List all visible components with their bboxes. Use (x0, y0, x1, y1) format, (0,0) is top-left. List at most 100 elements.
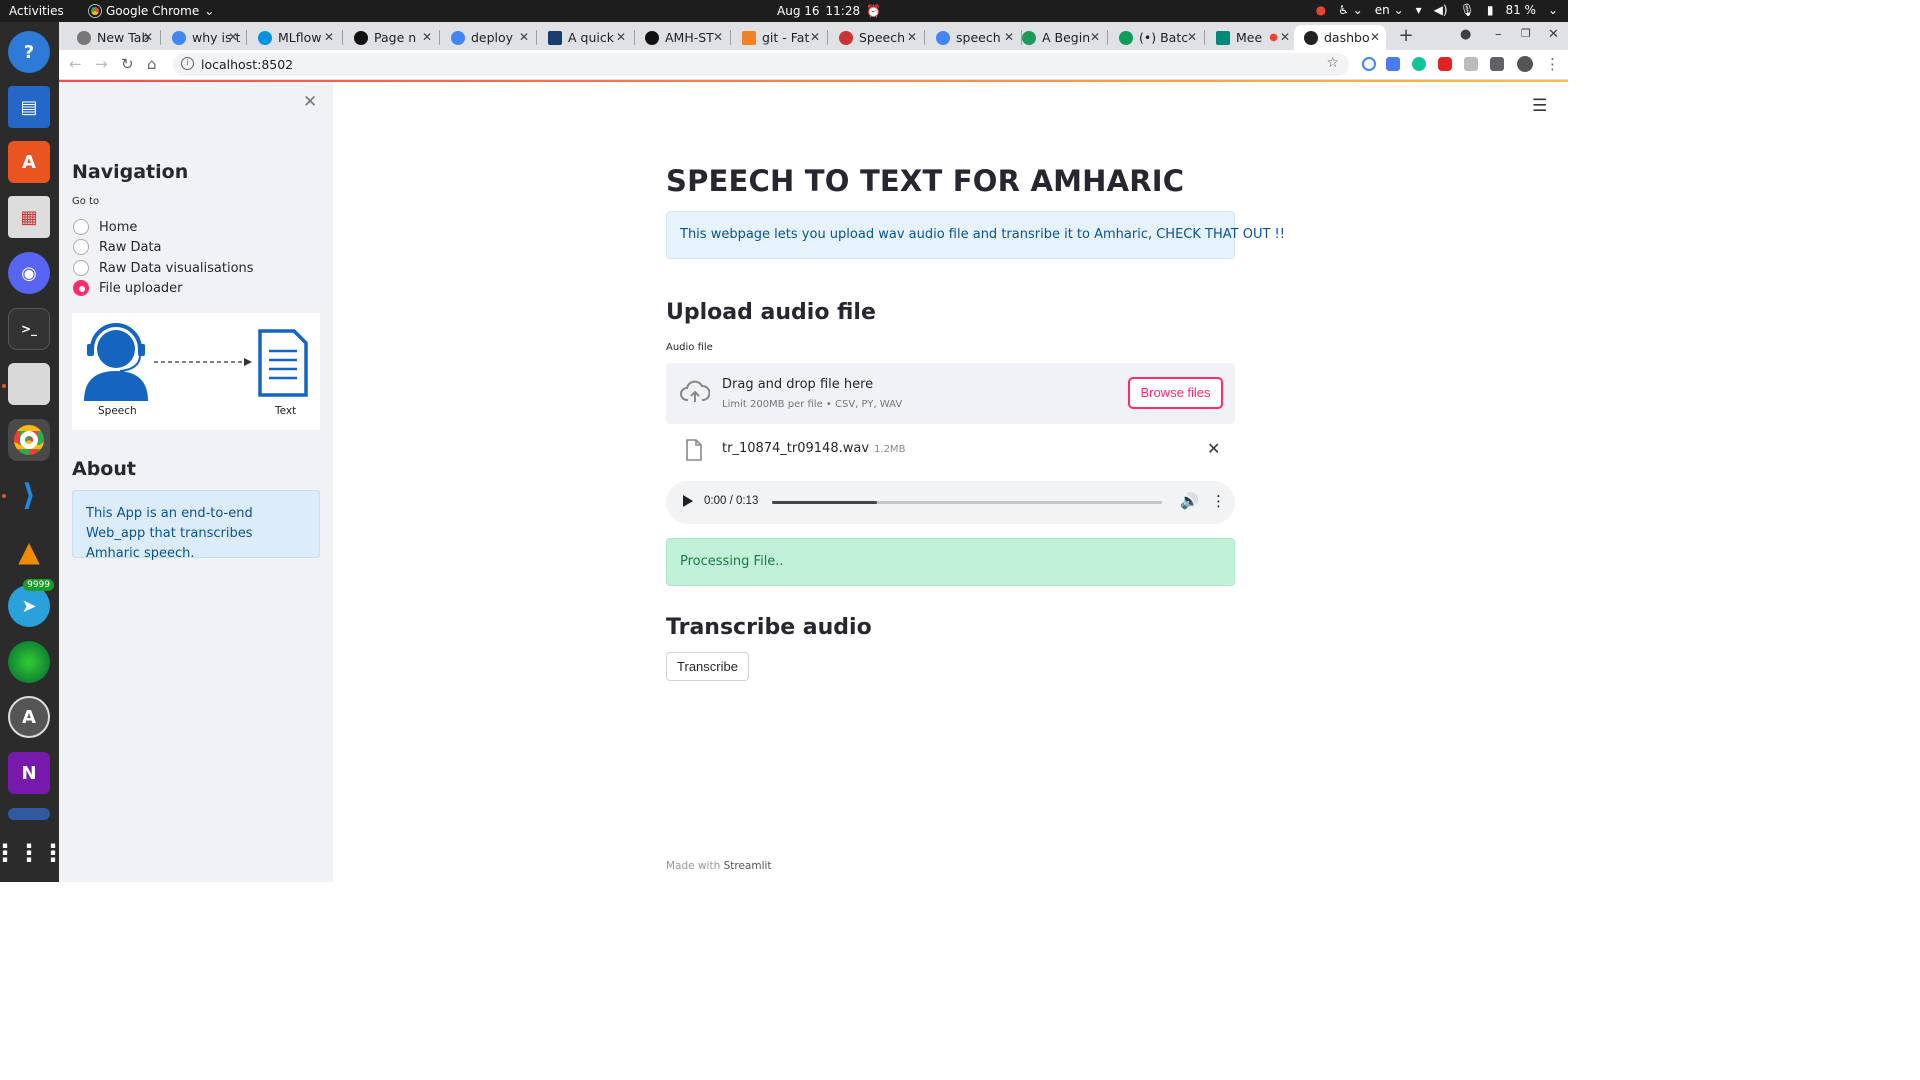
tab-item[interactable]: Mee ● ✕ (1206, 25, 1296, 50)
help-icon[interactable]: ? (8, 31, 50, 73)
info-alert: This webpage lets you upload wav audio f… (666, 211, 1285, 259)
radio-circle[interactable] (73, 219, 89, 235)
clock[interactable]: Aug 16 11:28 ⏰ (777, 4, 881, 18)
close-icon[interactable]: ✕ (1280, 30, 1290, 44)
discord-icon[interactable]: ◉ (8, 252, 50, 294)
extension-icon[interactable] (1464, 57, 1478, 71)
tab-item[interactable]: git - Fat ✕ (732, 25, 826, 50)
tab-item[interactable]: Page n ✕ (344, 25, 438, 50)
extension-icon[interactable] (1438, 57, 1452, 71)
close-icon[interactable]: ✕ (228, 30, 238, 44)
tab-item[interactable]: A quick ✕ (538, 25, 632, 50)
system-tray[interactable]: ● ♿ ⌄ en ⌄ ▾ ◀) 🎙 ▮ 81 % ⌄ (1316, 3, 1558, 17)
home-icon[interactable]: ⌂ (147, 55, 157, 73)
minimize-icon[interactable]: – (1495, 27, 1502, 42)
tab-item[interactable]: deploy ✕ (441, 25, 535, 50)
play-icon[interactable] (683, 495, 693, 507)
close-icon[interactable]: ✕ (1370, 30, 1380, 44)
app-menu[interactable]: Google Chrome ⌄ (89, 4, 214, 18)
hamburger-menu-icon[interactable]: ☰ (1532, 96, 1547, 116)
close-icon[interactable]: ✕ (1090, 30, 1100, 44)
remove-file-icon[interactable]: ✕ (1207, 439, 1220, 458)
site-icon (1022, 30, 1036, 45)
files-icon[interactable] (8, 363, 50, 405)
translate-icon[interactable] (1386, 57, 1400, 71)
sidebar: ✕ Navigation Go to Home Raw Data Raw Dat… (59, 82, 333, 882)
close-icon[interactable]: ✕ (519, 30, 529, 44)
close-icon[interactable]: ✕ (810, 30, 820, 44)
forward-icon[interactable]: → (95, 55, 108, 73)
volume-icon[interactable]: 🔊 (1180, 492, 1199, 510)
tab-item[interactable]: Speech ✕ (829, 25, 923, 50)
tab-item[interactable]: New Tab ✕ (67, 25, 159, 50)
radio-raw-data-visualisations[interactable]: Raw Data visualisations (73, 260, 254, 276)
tab-item[interactable]: why is t ✕ (162, 25, 244, 50)
onenote-icon[interactable]: N (8, 752, 50, 794)
tab-item[interactable]: (•) Batc ✕ (1109, 25, 1203, 50)
grammarly-icon[interactable] (1412, 57, 1426, 71)
close-icon[interactable]: ✕ (303, 92, 317, 112)
vlc-icon[interactable]: ▲ (8, 530, 50, 572)
telegram-badge: 9999 (23, 579, 54, 591)
chrome-dock-icon[interactable] (8, 419, 50, 461)
vscode-icon[interactable]: ⟩ (8, 474, 50, 516)
browse-files-button[interactable]: Browse files (1128, 377, 1223, 409)
tab-item[interactable]: MLflow ✕ (248, 25, 340, 50)
maximize-icon[interactable]: ❐ (1521, 27, 1531, 40)
tab-item[interactable]: speech ✕ (926, 25, 1020, 50)
seek-bar[interactable] (772, 501, 1162, 504)
bookmark-star-icon[interactable]: ☆ (1326, 55, 1339, 71)
profile-avatar[interactable] (1517, 56, 1533, 72)
radio-home[interactable]: Home (73, 219, 137, 235)
tab-item[interactable]: A Begin ✕ (1012, 25, 1106, 50)
tab-item[interactable]: AMH-ST ✕ (635, 25, 729, 50)
back-icon[interactable]: ← (69, 55, 82, 73)
radio-circle[interactable] (73, 260, 89, 276)
record-icon: ● (1315, 3, 1327, 17)
software-center-icon[interactable]: A (8, 141, 50, 183)
partial-app-icon[interactable] (8, 808, 50, 820)
info-icon[interactable]: i (181, 57, 194, 70)
more-options-icon[interactable]: ⋮ (1211, 492, 1226, 510)
close-icon[interactable]: ✕ (1187, 30, 1197, 44)
chevron-down-icon: ⌄ (1547, 3, 1558, 17)
radio-circle-selected[interactable] (73, 280, 89, 296)
radio-circle[interactable] (73, 239, 89, 255)
streamlit-link[interactable]: Streamlit (724, 860, 772, 872)
terminal-icon[interactable]: >_ (8, 308, 50, 350)
address-bar[interactable]: i localhost:8502 ☆ (173, 53, 1349, 76)
close-icon[interactable]: ✕ (616, 30, 626, 44)
file-name: tr_10874_tr09148.wav 1.2MB (722, 441, 906, 456)
writer-icon[interactable]: ▤ (8, 86, 50, 128)
reload-icon[interactable]: ↻ (121, 55, 134, 73)
about-heading: About (72, 458, 136, 480)
document-viewer-icon[interactable]: ▦ (8, 196, 50, 238)
menu-dots-icon[interactable]: ⋮ (1545, 55, 1560, 73)
telegram-icon[interactable]: ➤ 9999 (8, 579, 54, 627)
nav-heading: Navigation (72, 161, 189, 183)
new-tab-button[interactable]: + (1395, 25, 1417, 47)
tab-search-icon[interactable]: ● (1460, 27, 1471, 42)
tab-item-active[interactable]: dashbo ✕ (1294, 25, 1386, 50)
software-updater-icon[interactable]: A (8, 696, 50, 738)
window-close-icon[interactable]: ✕ (1548, 27, 1559, 42)
camera-app-icon[interactable] (8, 641, 50, 683)
microphone-icon: 🎙 (1459, 3, 1475, 17)
radio-file-uploader[interactable]: File uploader (73, 280, 183, 296)
close-icon[interactable]: ✕ (422, 30, 432, 44)
transcribe-button[interactable]: Transcribe (666, 652, 749, 681)
close-icon[interactable]: ✕ (713, 30, 723, 44)
close-icon[interactable]: ✕ (143, 30, 153, 44)
speech-caption: Speech (98, 405, 137, 417)
puzzle-icon[interactable] (1490, 57, 1504, 71)
radio-raw-data[interactable]: Raw Data (73, 239, 162, 255)
mlflow-icon (258, 30, 272, 45)
close-icon[interactable]: ✕ (907, 30, 917, 44)
show-apps-icon[interactable]: ⋮⋮⋮ (0, 832, 65, 874)
extension-icon[interactable] (1362, 57, 1376, 71)
activities-button[interactable]: Activities (9, 4, 64, 18)
close-icon[interactable]: ✕ (324, 30, 334, 44)
stackoverflow-icon (742, 30, 756, 45)
language-indicator[interactable]: en ⌄ (1375, 3, 1404, 17)
file-dropzone[interactable]: Drag and drop file here Limit 200MB per … (666, 363, 1235, 424)
